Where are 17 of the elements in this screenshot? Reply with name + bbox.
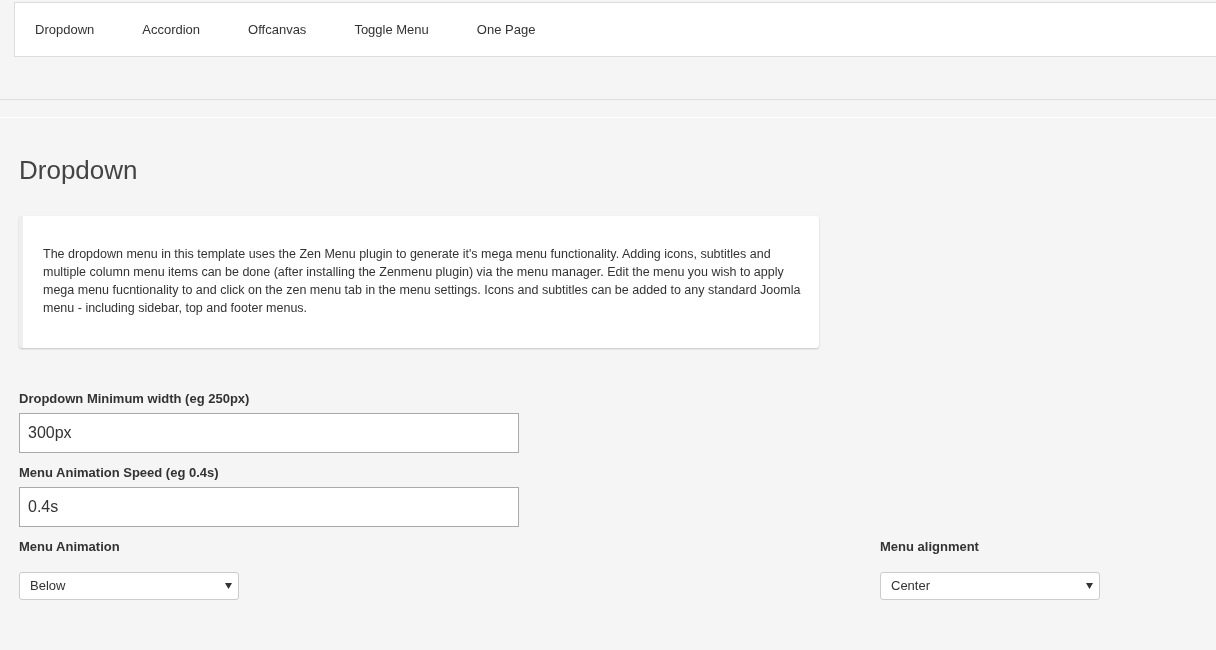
caret-icon xyxy=(225,583,232,589)
select-dropdown[interactable]: Center xyxy=(880,572,1100,600)
field-label: Menu Animation xyxy=(19,539,120,555)
select-dropdown[interactable]: Below xyxy=(19,572,239,600)
caret-icon xyxy=(1086,583,1093,589)
field-label: Dropdown Minimum width (eg 250px) xyxy=(19,391,250,407)
text-field[interactable]: 300px xyxy=(19,413,519,453)
description: The dropdown menu in this template uses the Zen Menu plugin to generate it's mega menu functionality. Adding icons, subtitles and multiple column menu items can be done (after installing the Zenmenu plugin) via the menu manager. Edit the menu you wish to apply mega menu fucntionality to and click on the zen menu tab in the menu settings. Icons and subtitles can be added to any standard Joomla menu - including sidebar, top and footer menus. xyxy=(43,246,802,317)
field-label: Menu Animation Speed (eg 0.4s) xyxy=(19,465,219,481)
nav-link[interactable]: Offcanvas xyxy=(248,19,307,40)
field-label: Menu alignment xyxy=(880,539,979,555)
nav-link[interactable]: Accordion xyxy=(142,19,201,40)
nav-link[interactable]: One Page xyxy=(476,19,536,40)
page-heading: Dropdown xyxy=(19,155,139,185)
nav-link[interactable]: Dropdown xyxy=(35,19,95,40)
nav-link[interactable]: Toggle Menu xyxy=(354,19,429,40)
text-field[interactable]: 0.4s xyxy=(19,487,519,527)
